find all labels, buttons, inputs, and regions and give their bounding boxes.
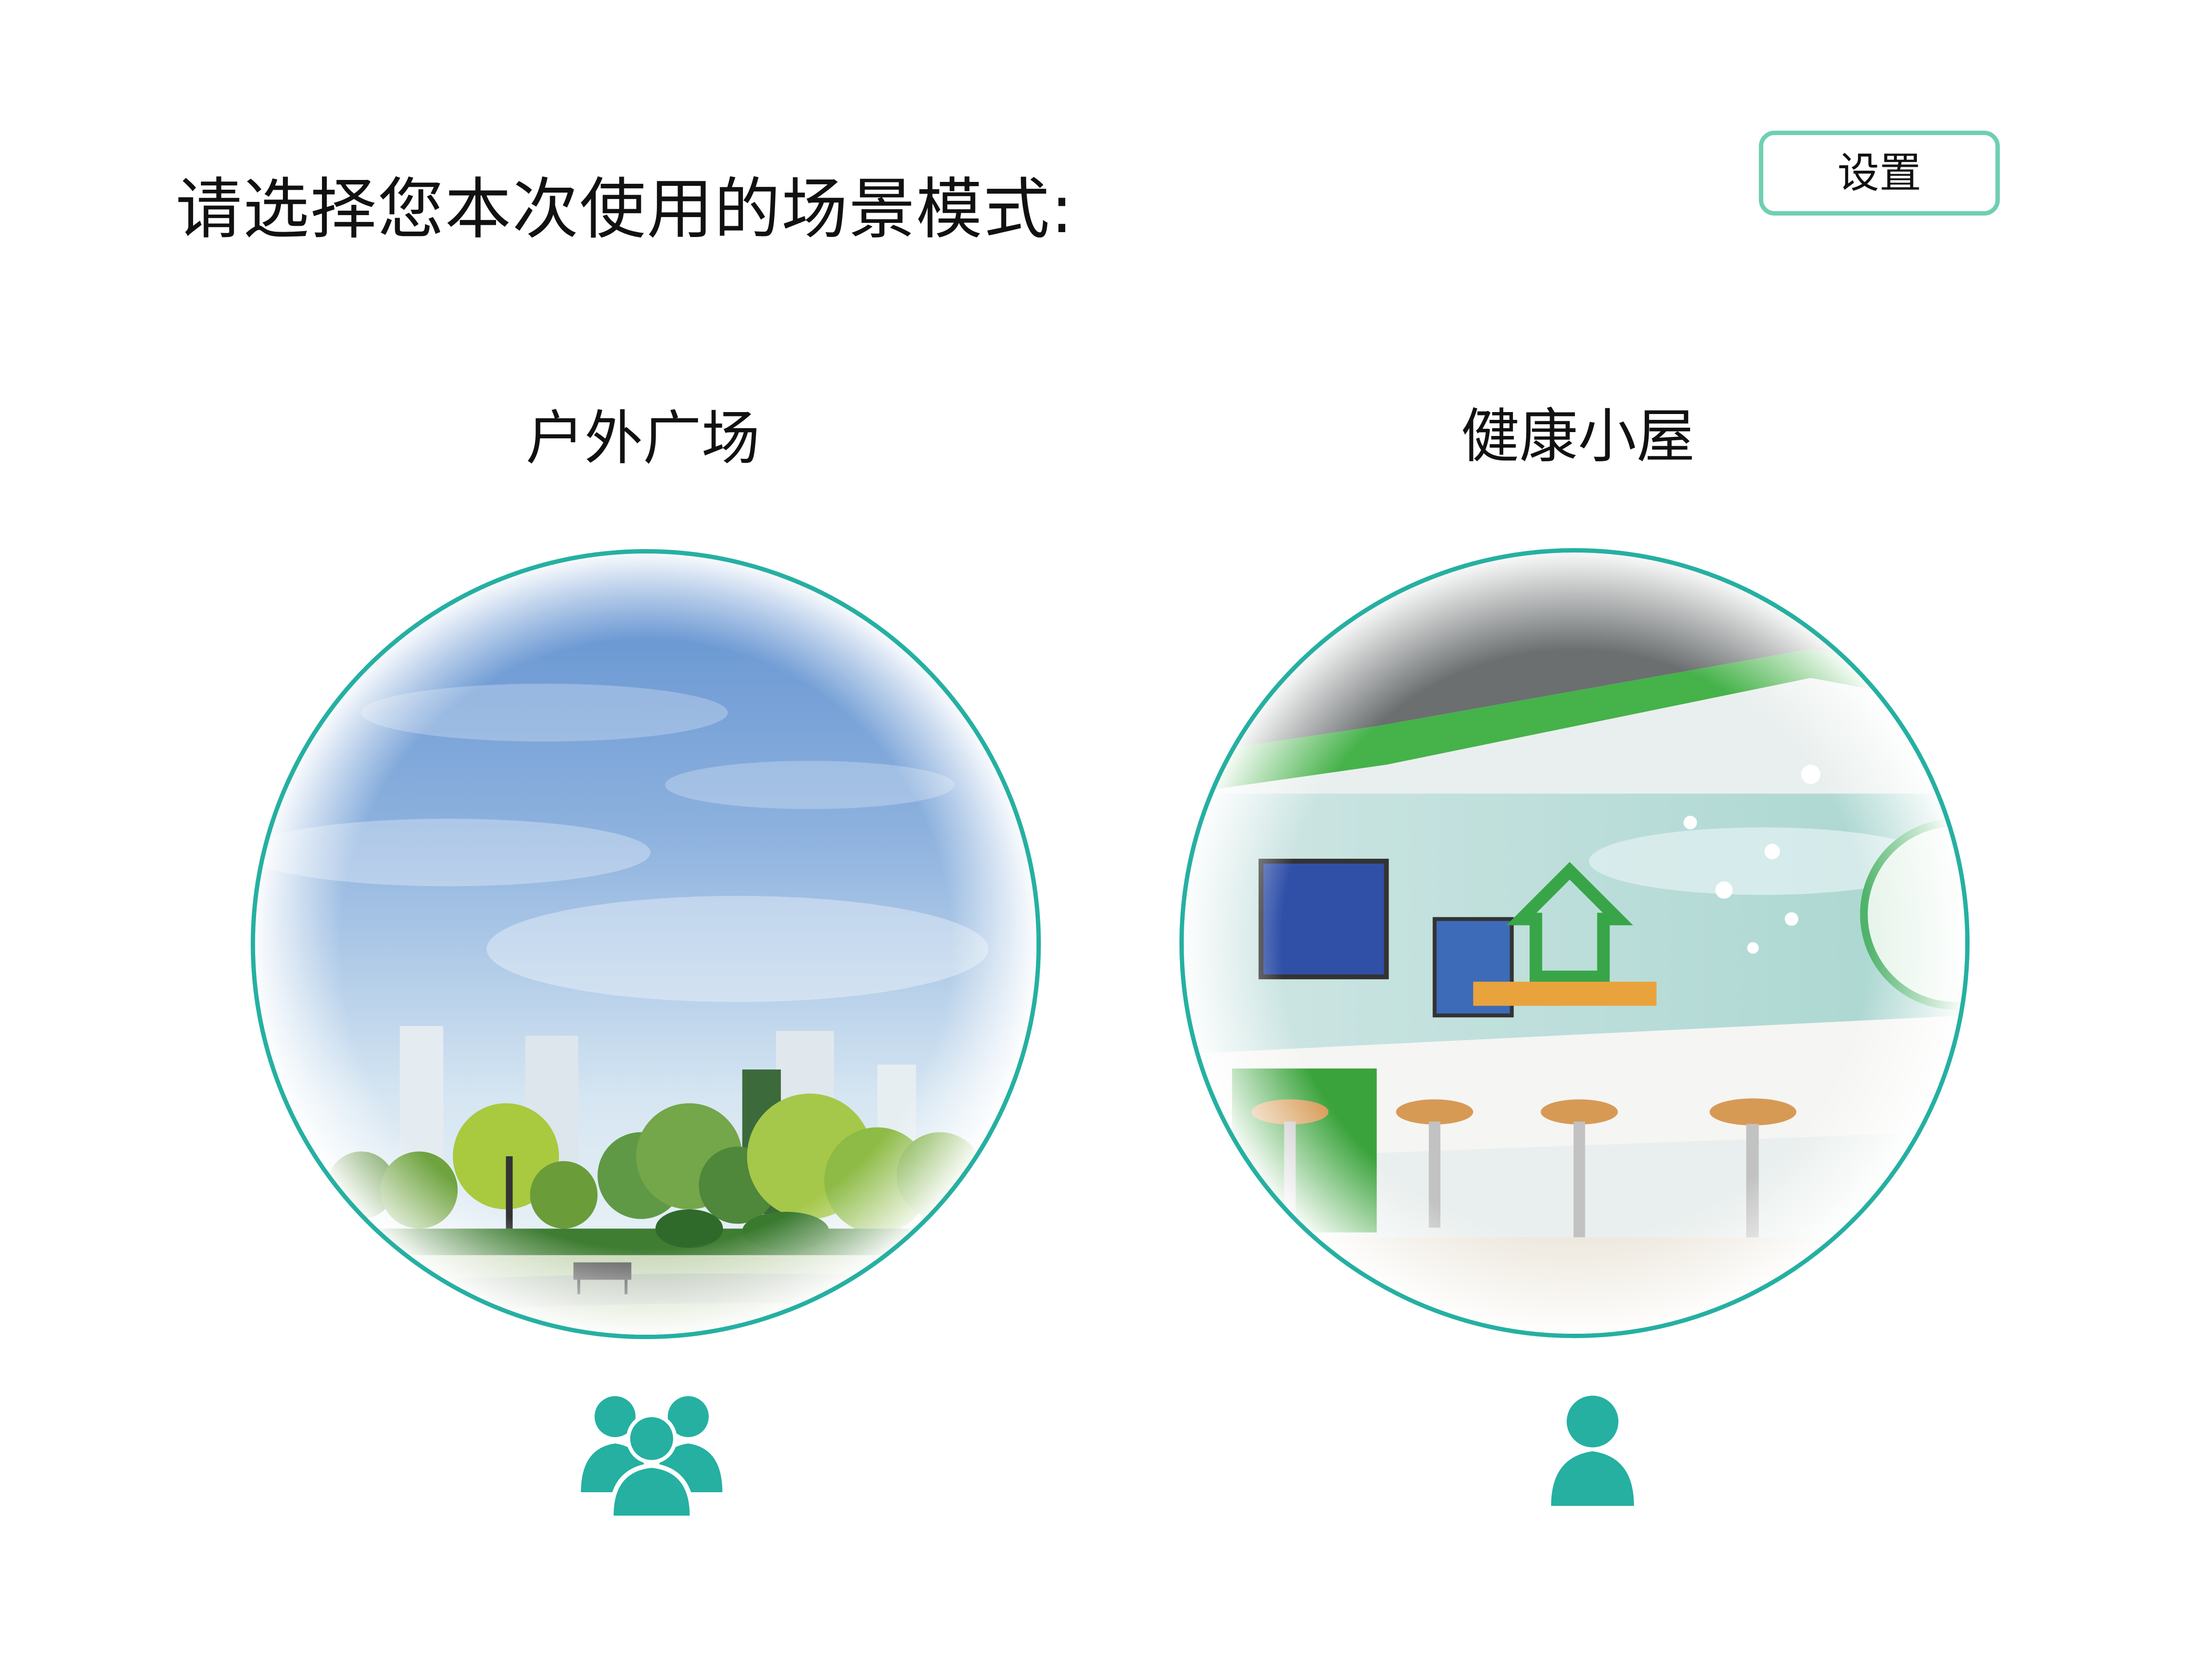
- mode-label-health-cabin: 健康小屋: [1461, 403, 1695, 471]
- person-icon[interactable]: [1546, 1395, 1639, 1512]
- outdoor-plaza-photo: [255, 553, 1036, 1335]
- health-cabin-scene-card[interactable]: [1179, 548, 1970, 1338]
- mode-label-outdoor-plaza: 户外广场: [526, 405, 760, 473]
- page-title: 请选择您本次使用的场景模式:: [176, 171, 1074, 248]
- settings-button[interactable]: 设置: [1759, 131, 2000, 216]
- health-cabin-photo: [1184, 553, 1965, 1334]
- outdoor-plaza-scene-card[interactable]: [251, 549, 1041, 1339]
- people-group-icon[interactable]: [578, 1395, 725, 1517]
